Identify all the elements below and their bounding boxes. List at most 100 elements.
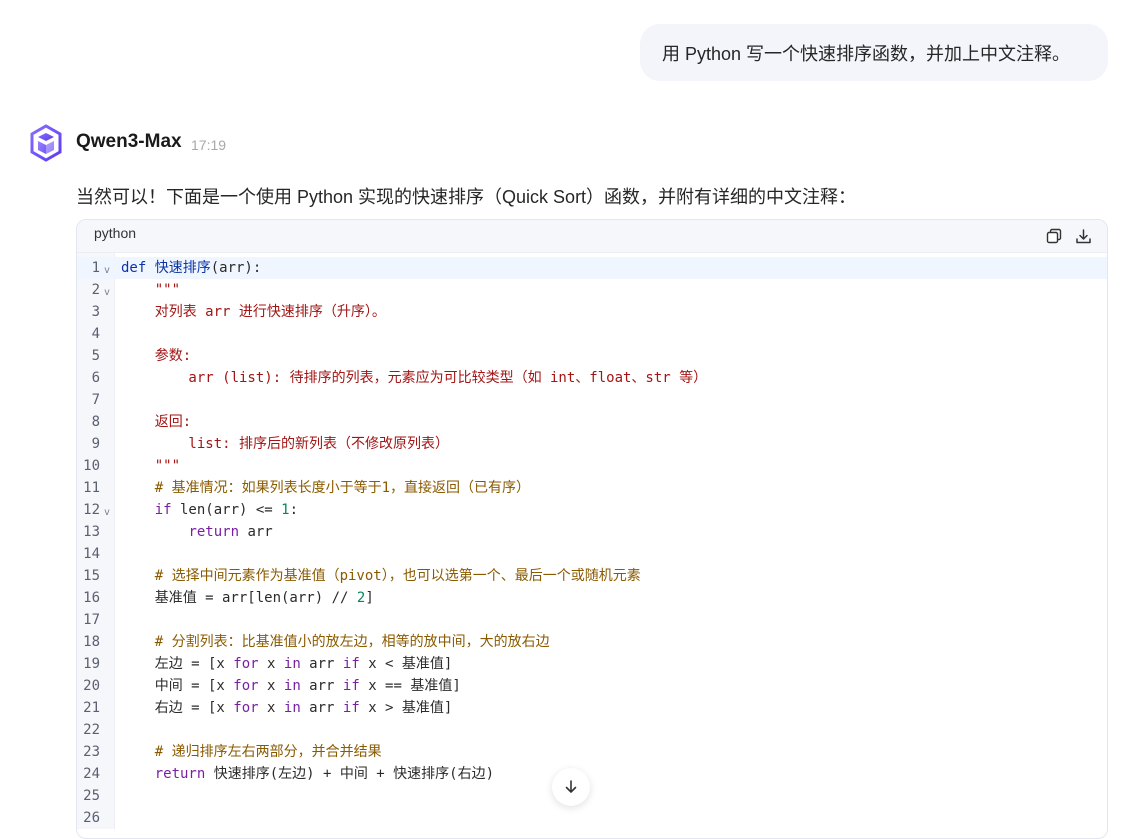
code-text: 中间 = [x for x in arr if x == 基准值] [121,675,461,697]
code-token: x < 基准值] [359,656,453,672]
code-line: 2v """ [77,279,1107,301]
code-text: # 递归排序左右两部分，并合并结果 [121,741,382,763]
line-number: 15 [83,568,100,584]
code-token: def [121,260,155,276]
user-message-text: 用 Python 写一个快速排序函数，并加上中文注释。 [662,43,1071,64]
code-text: 参数: [121,345,191,367]
code-token: 快速排序 [154,260,211,276]
download-icon[interactable] [1075,228,1092,245]
line-number: 26 [83,810,100,826]
code-text: """ [121,455,180,477]
code-token: # 基准情况：如果列表长度小于等于1，直接返回（已有序） [121,480,530,496]
code-line: 18 # 分割列表：比基准值小的放左边，相等的放中间，大的放右边 [77,631,1107,653]
code-token: (arr): [210,260,262,276]
line-number: 21 [83,700,100,716]
code-line: 24 return 快速排序(左边) + 中间 + 快速排序(右边) [77,763,1107,785]
arrow-down-icon [565,780,577,793]
assistant-avatar [27,124,65,162]
line-number: 18 [83,634,100,650]
code-token: arr [300,700,343,716]
assistant-intro-text: 当然可以！下面是一个使用 Python 实现的快速排序（Quick Sort）函… [76,187,857,207]
code-token: in [283,700,301,716]
line-number: 13 [83,524,100,540]
code-token: arr [300,656,343,672]
code-editor[interactable]: 1 v def 快速排序(arr): 2 v """ 3 对列表 arr 进行快速排序（升… [77,253,1107,829]
code-token: if [342,700,360,716]
code-line: 16 基准值 = arr[len(arr) // 2] [77,587,1107,609]
code-line: 6 arr (list): 待排序的列表，元素应为可比较类型（如 int、flo… [77,367,1107,389]
line-number: 19 [83,656,100,672]
code-block: python 1 v def 快速排序(arr): 2 v """ 3 对列表 arr 进… [76,219,1108,839]
code-text: 对列表 arr 进行快速排序（升序）。 [121,301,386,323]
code-text: def 快速排序(arr): [121,257,261,279]
code-token: ] [365,590,374,606]
code-text: return 快速排序(左边) + 中间 + 快速排序(右边) [121,763,494,785]
code-line: 21 右边 = [x for x in arr if x > 基准值] [77,697,1107,719]
line-number: 10 [83,458,100,474]
code-token: x [258,700,284,716]
code-line: 9 list: 排序后的新列表（不修改原列表） [77,433,1107,455]
line-number: 24 [83,766,100,782]
line-number: 12 [83,502,100,518]
code-line: 14 [77,543,1107,565]
line-number: 17 [83,612,100,628]
code-text: # 基准情况：如果列表长度小于等于1，直接返回（已有序） [121,477,530,499]
code-line: 20 中间 = [x for x in arr if x == 基准值] [77,675,1107,697]
code-line: 1 v def 快速排序(arr): [77,257,1107,279]
line-number: 6 [91,370,100,386]
code-line: 8 返回: [77,411,1107,433]
code-token: 返回: [121,414,192,430]
code-token: # 选择中间元素作为基准值（pivot），也可以选第一个、最后一个或随机元素 [121,568,641,584]
code-token: x [258,656,284,672]
code-line: 25 [77,785,1107,807]
line-number: 22 [83,722,100,738]
line-number: 2 [91,282,100,298]
scroll-down-button[interactable] [552,768,590,806]
code-text: # 分割列表：比基准值小的放左边，相等的放中间，大的放右边 [121,631,550,653]
code-line: 26 [77,807,1107,829]
code-token: """ [121,458,181,474]
code-line: 12 v if len(arr) <= 1: [77,499,1107,521]
qwen-logo-icon [30,124,62,162]
code-token: 中间 = [x [121,678,234,694]
line-number: 1 [91,260,100,276]
code-token: for [233,656,259,672]
code-text: 返回: [121,411,191,433]
line-number: 9 [91,436,100,452]
code-token: in [283,678,301,694]
code-token: x > 基准值] [359,700,453,716]
line-number: 11 [83,480,100,496]
message-timestamp: 17:19 [191,137,227,153]
code-token: arr (list): 待排序的列表，元素应为可比较类型（如 int、float… [121,370,708,386]
code-token: return [154,766,206,782]
code-token: if [154,502,172,518]
code-text: """ [121,279,180,301]
code-text: 左边 = [x for x in arr if x < 基准值] [121,653,453,675]
code-token: len(arr) <= [171,502,282,518]
code-text: if len(arr) <= 1: [121,499,298,521]
code-line: 19 左边 = [x for x in arr if x < 基准值] [77,653,1107,675]
code-text: arr (list): 待排序的列表，元素应为可比较类型（如 int、float… [121,367,707,389]
code-token: arr [239,524,273,540]
line-number: 14 [83,546,100,562]
code-token: arr [300,678,343,694]
code-token: 左边 = [x [121,656,234,672]
code-token: 对列表 arr 进行快速排序（升序）。 [121,304,386,320]
code-line: 13 return arr [77,521,1107,543]
code-token: in [283,656,301,672]
code-token: 基准值 = arr[len(arr) // [121,590,357,606]
code-line: 4 [77,323,1107,345]
code-token: 快速排序(左边) + 中间 + 快速排序(右边) [205,766,495,782]
line-number: 16 [83,590,100,606]
code-text: list: 排序后的新列表（不修改原列表） [121,433,449,455]
user-message-bubble: 用 Python 写一个快速排序函数，并加上中文注释。 [640,24,1108,81]
code-line: 10 """ [77,455,1107,477]
code-line: 11 # 基准情况：如果列表长度小于等于1，直接返回（已有序） [77,477,1107,499]
code-token: # 递归排序左右两部分，并合并结果 [121,744,382,760]
code-line: 5 参数: [77,345,1107,367]
copy-icon[interactable] [1046,228,1063,245]
code-token: 参数: [121,348,192,364]
line-number: 5 [91,348,100,364]
